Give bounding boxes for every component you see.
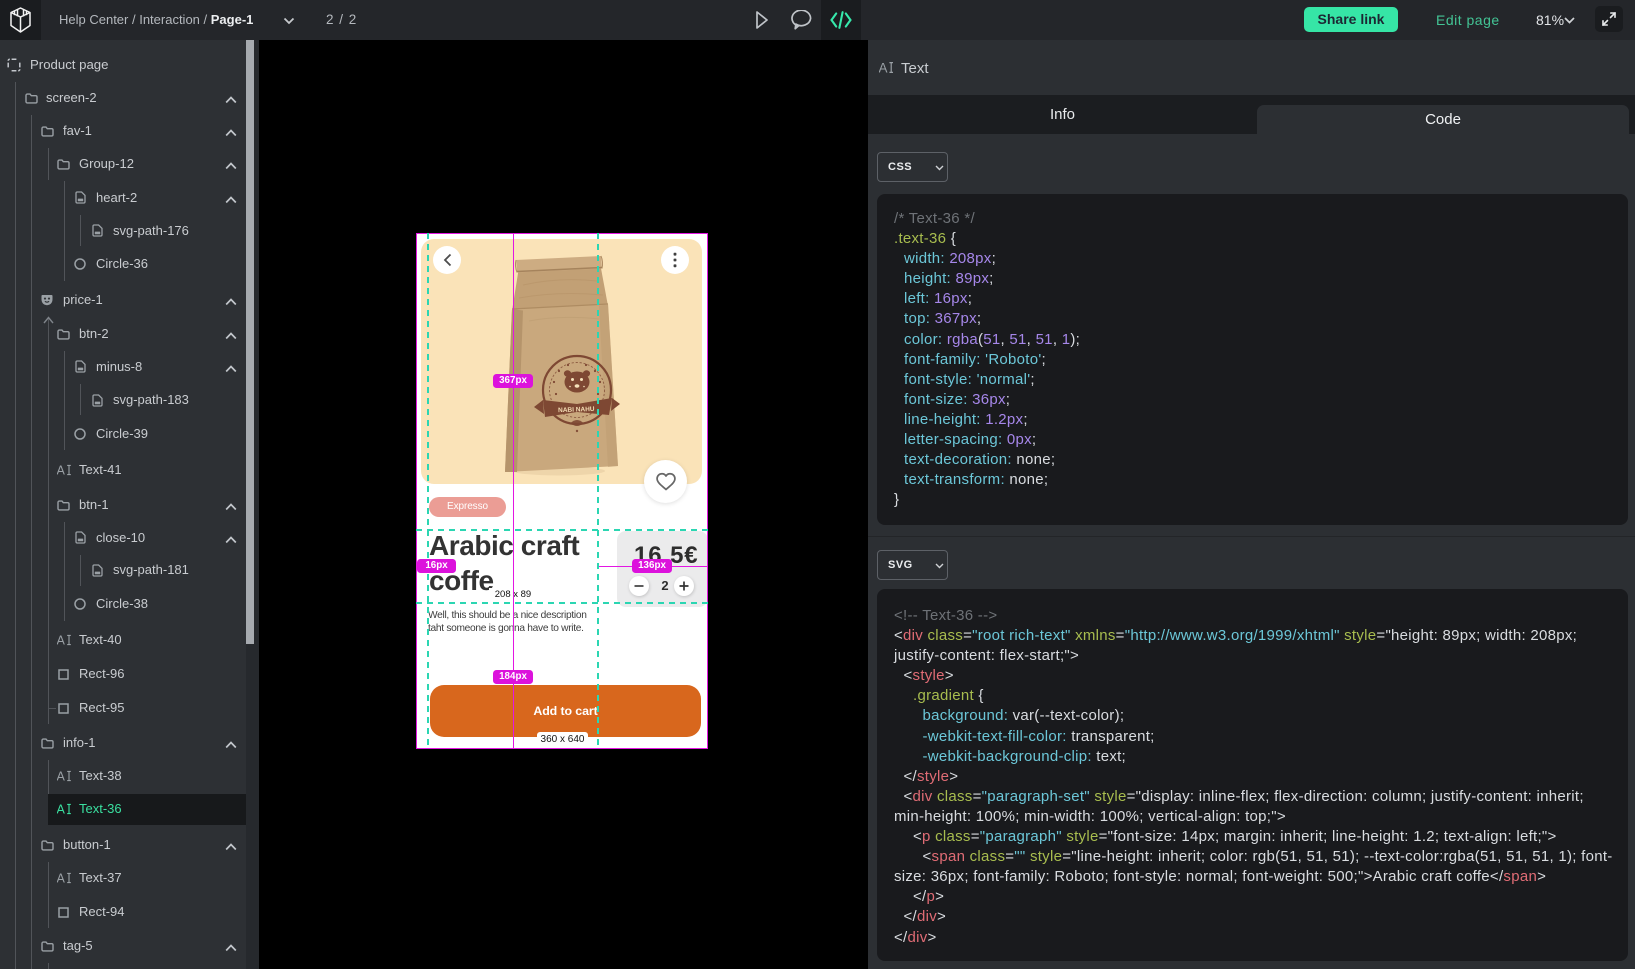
svg-text:A: A [57, 872, 66, 884]
svg-text:A: A [879, 61, 888, 74]
svg-text:A: A [57, 464, 66, 476]
svg-text:A: A [57, 634, 66, 646]
svg-text:A: A [57, 803, 66, 815]
svg-text:A: A [57, 770, 66, 782]
